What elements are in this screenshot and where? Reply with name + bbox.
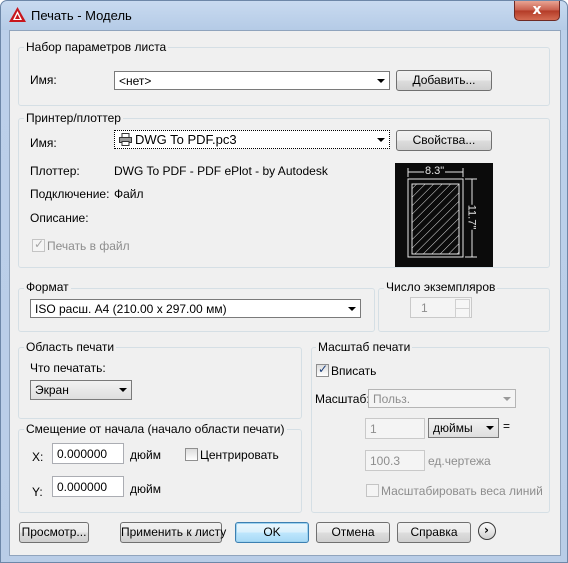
- add-button[interactable]: Добавить...: [396, 70, 492, 91]
- close-button[interactable]: x: [514, 1, 560, 21]
- expand-button[interactable]: ›: [478, 522, 496, 540]
- paper-width-label: 8.3": [424, 165, 446, 177]
- offset-y-label: Y:: [32, 485, 43, 499]
- offset-group: [18, 429, 302, 513]
- copies-spinner[interactable]: 1: [410, 297, 472, 318]
- equals-sign: =: [503, 419, 511, 433]
- scale-dropdown[interactable]: Польз.: [368, 389, 516, 408]
- scale-value2-input[interactable]: 100.3: [365, 450, 425, 471]
- copies-value: 1: [421, 301, 428, 315]
- what-to-print-label: Что печатать:: [30, 361, 106, 375]
- plotter-label: Плоттер:: [30, 164, 80, 178]
- chevron-right-icon: ›: [484, 523, 489, 537]
- chevron-down-icon: [377, 138, 385, 142]
- offset-y-unit: дюйм: [130, 482, 161, 496]
- page-setup-title: Набор параметров листа: [24, 40, 169, 54]
- center-label: Центрировать: [200, 448, 279, 462]
- title-bar: Печать - Модель x: [1, 1, 567, 30]
- what-to-print-dropdown[interactable]: Экран: [30, 380, 132, 400]
- spin-down-icon: [455, 308, 470, 318]
- copies-title: Число экземпляров: [384, 280, 498, 294]
- help-button[interactable]: Справка: [397, 522, 471, 543]
- offset-x-value: 0.000000: [57, 447, 108, 461]
- chevron-down-icon: [503, 397, 511, 401]
- print-dialog: Печать - Модель x Набор параметров листа…: [0, 0, 568, 563]
- offset-x-input[interactable]: 0.000000: [52, 443, 124, 464]
- preview-button[interactable]: Просмотр...: [19, 522, 89, 543]
- checkmark-icon: ✓: [318, 362, 329, 376]
- offset-x-unit: дюйм: [130, 448, 161, 462]
- dialog-body: Набор параметров листа Имя: <нет> Добави…: [9, 30, 561, 556]
- scale-value: Польз.: [373, 392, 411, 406]
- paper-preview-graphic: [407, 168, 477, 258]
- drawing-units-label: ед.чертежа: [428, 454, 491, 468]
- printer-title: Принтер/плоттер: [24, 111, 123, 125]
- fit-label: Вписать: [331, 364, 377, 378]
- cancel-button[interactable]: Отмена: [316, 522, 390, 543]
- center-checkbox[interactable]: [185, 448, 198, 461]
- scale-lineweights-checkbox[interactable]: [366, 484, 379, 497]
- format-title: Формат: [24, 280, 71, 294]
- paper-preview: 8.3" 11.7": [395, 163, 493, 267]
- printer-name-value: DWG To PDF.pc3: [135, 132, 237, 147]
- print-area-title: Область печати: [24, 340, 117, 354]
- fit-checkbox[interactable]: ✓: [316, 362, 329, 377]
- format-value: ISO расш. A4 (210.00 x 297.00 мм): [35, 302, 227, 316]
- format-dropdown[interactable]: ISO расш. A4 (210.00 x 297.00 мм): [30, 299, 361, 318]
- plotter-value: DWG To PDF - PDF ePlot - by Autodesk: [114, 164, 328, 178]
- printer-name-dropdown[interactable]: DWG To PDF.pc3: [114, 130, 390, 149]
- chevron-down-icon: [348, 307, 356, 311]
- connection-value: Файл: [114, 187, 144, 201]
- scale-lineweights-label: Масштабировать веса линий: [381, 484, 543, 498]
- scale-value2: 100.3: [370, 454, 401, 468]
- paper-height-label: 11.7": [465, 204, 478, 230]
- chevron-down-icon: [119, 388, 127, 392]
- page-setup-name-dropdown[interactable]: <нет>: [114, 71, 390, 90]
- chevron-down-icon: [486, 426, 494, 430]
- properties-button[interactable]: Свойства...: [396, 130, 492, 151]
- checkmark-icon: ✓: [34, 237, 45, 251]
- scale-title: Масштаб печати: [316, 340, 413, 354]
- printer-name-label: Имя:: [30, 136, 57, 150]
- apply-to-layout-button[interactable]: Применить к листу: [120, 522, 226, 543]
- scale-value1: 1: [370, 422, 377, 436]
- printer-icon: [119, 133, 132, 146]
- print-to-file-checkbox[interactable]: ✓: [32, 237, 45, 252]
- offset-x-label: X:: [32, 450, 44, 464]
- description-label: Описание:: [30, 211, 89, 225]
- page-setup-name-label: Имя:: [30, 73, 57, 87]
- page-setup-name-value: <нет>: [119, 74, 152, 88]
- scale-label: Масштаб:: [315, 392, 370, 406]
- offset-title: Смещение от начала (начало области печат…: [24, 422, 287, 436]
- autocad-app-icon: [9, 7, 26, 22]
- scale-value1-input[interactable]: 1: [365, 418, 425, 439]
- window-title: Печать - Модель: [31, 8, 132, 23]
- ok-button[interactable]: OK: [235, 522, 309, 543]
- chevron-down-icon: [377, 79, 385, 83]
- connection-label: Подключение:: [30, 187, 110, 201]
- scale-unit-value: дюймы: [433, 421, 473, 435]
- print-to-file-label: Печать в файл: [47, 239, 130, 253]
- scale-unit-dropdown[interactable]: дюймы: [428, 418, 499, 438]
- offset-y-value: 0.000000: [57, 480, 108, 494]
- offset-y-input[interactable]: 0.000000: [52, 476, 124, 497]
- close-icon: x: [532, 2, 542, 18]
- what-to-print-value: Экран: [35, 383, 69, 397]
